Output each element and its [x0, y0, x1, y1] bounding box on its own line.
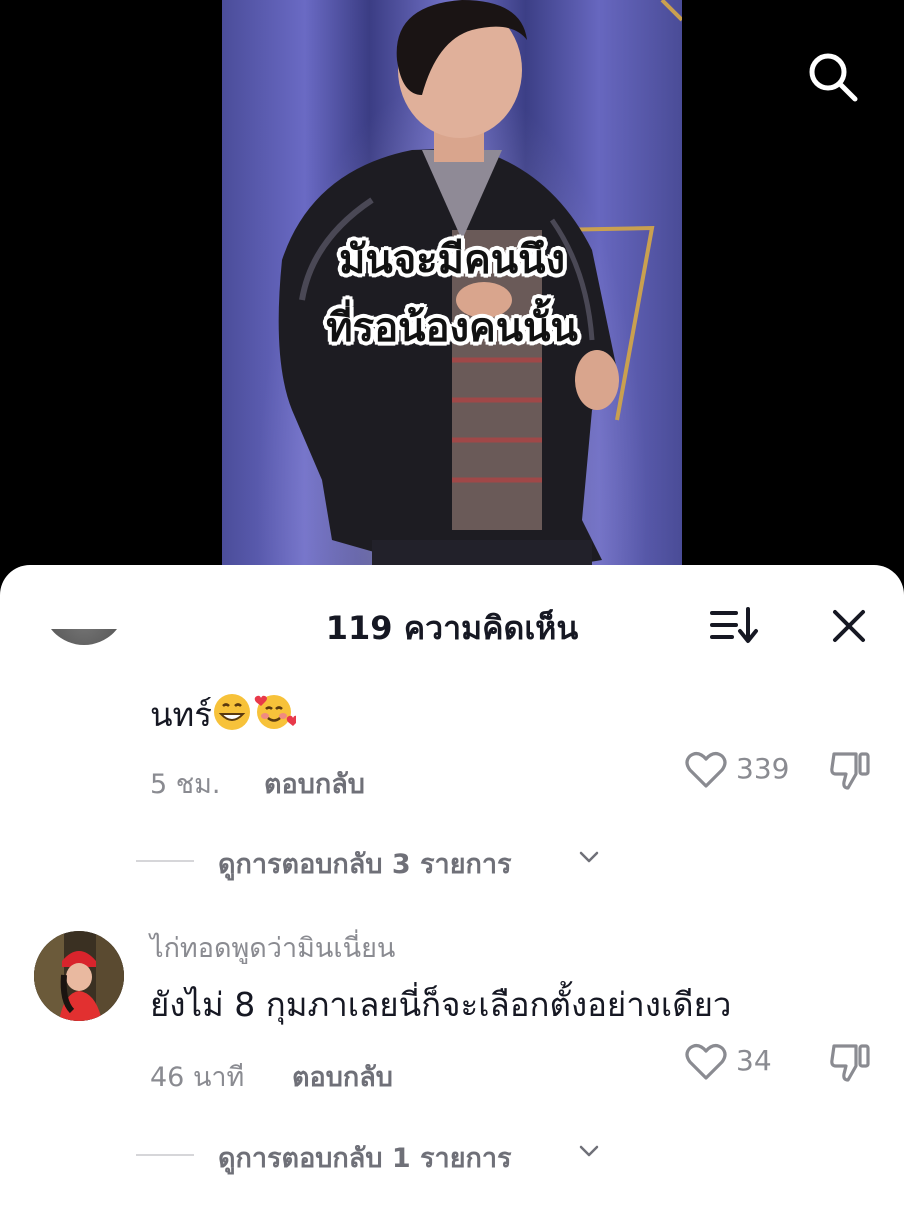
- comments-count-title: 119 ความคิดเห็น: [325, 609, 579, 647]
- dislike-button[interactable]: [828, 748, 872, 792]
- view-replies-label: ดูการตอบกลับ 3 รายการ: [218, 849, 512, 880]
- avatar[interactable]: [40, 629, 128, 685]
- comment-text: ยังไม่ 8 กุมภาเลยนี่ก็จะเลือกตั้งอย่างเด…: [150, 985, 732, 1024]
- view-replies-button[interactable]: ดูการตอบกลับ 3 รายการ: [136, 840, 616, 880]
- comments-sheet: 119 ความคิดเห็น: [0, 565, 904, 1205]
- like-button[interactable]: [684, 1042, 728, 1082]
- reply-button[interactable]: ตอบกลับ: [292, 1055, 393, 1098]
- avatar[interactable]: [34, 931, 124, 1021]
- sort-button[interactable]: [706, 603, 760, 647]
- like-count: 339: [736, 752, 790, 785]
- comments-header: 119 ความคิดเห็น: [0, 565, 904, 681]
- video-caption-line-2: ที่รอน้องคนนั้น: [326, 305, 578, 351]
- close-button[interactable]: [826, 603, 872, 649]
- grinning-face-icon: [214, 694, 251, 730]
- view-replies-button[interactable]: ดูการตอบกลับ 1 รายการ: [136, 1134, 616, 1174]
- video-frame[interactable]: [222, 0, 682, 600]
- view-replies-label: ดูการตอบกลับ 1 รายการ: [218, 1143, 512, 1174]
- dislike-button[interactable]: [828, 1040, 872, 1084]
- comment-time: 5 ชม.: [150, 769, 221, 800]
- dislike-icon: [830, 752, 870, 790]
- close-icon: [833, 610, 865, 642]
- comment-text: นทร์: [150, 688, 297, 741]
- comment-time: 46 นาที: [150, 1062, 245, 1093]
- search-icon: [809, 53, 858, 102]
- divider-line: [136, 1154, 194, 1156]
- comment-username[interactable]: ไก่ทอดพูดว่ามินเนี่ยน: [150, 926, 395, 969]
- heart-icon: [685, 1044, 727, 1080]
- chevron-down-icon: [579, 1145, 599, 1157]
- search-button[interactable]: [800, 44, 866, 110]
- divider-line: [136, 860, 194, 862]
- dislike-icon: [830, 1044, 870, 1082]
- performer-figure: [278, 0, 682, 600]
- like-count: 34: [736, 1044, 772, 1077]
- heart-icon: [685, 752, 727, 788]
- smiling-face-with-hearts-icon: [254, 695, 297, 729]
- sort-icon: [710, 607, 758, 643]
- video-area[interactable]: มันจะมีคนนึง ที่รอน้องคนนั้น: [0, 0, 904, 600]
- reply-button[interactable]: ตอบกลับ: [264, 762, 365, 805]
- like-button[interactable]: [684, 750, 728, 790]
- avatar-image: [34, 931, 124, 1021]
- video-caption-line-1: มันจะมีคนนึง: [339, 237, 565, 283]
- chevron-down-icon: [579, 851, 599, 863]
